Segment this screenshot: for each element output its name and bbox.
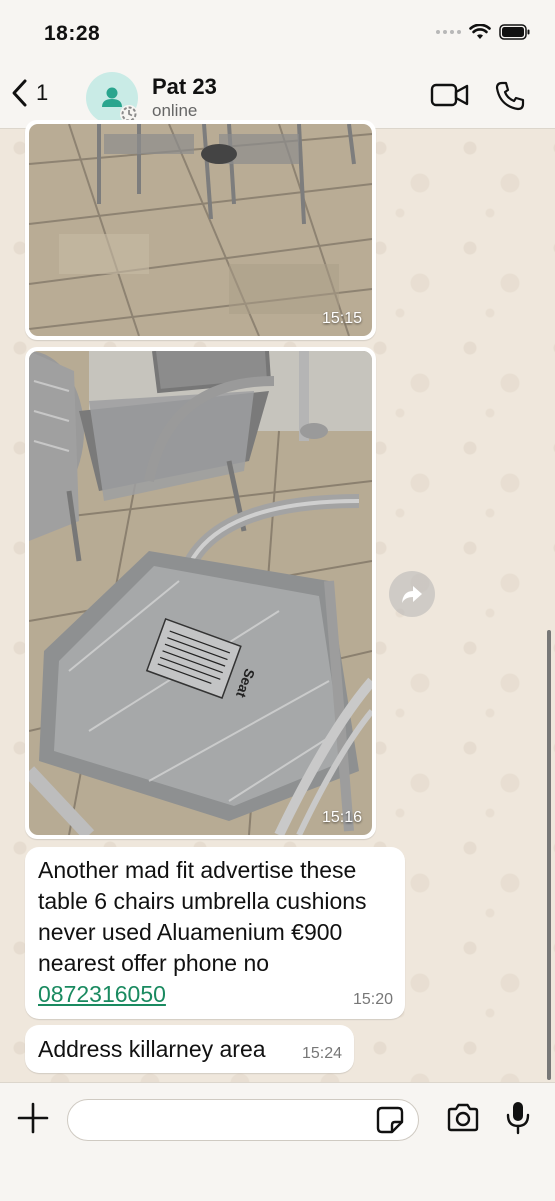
video-camera-icon	[430, 83, 469, 107]
voice-message-button[interactable]	[505, 1100, 531, 1141]
message-line: table 6 chairs umbrella cushions	[38, 888, 367, 914]
sticker-button[interactable]	[376, 1106, 404, 1139]
forward-button[interactable]	[389, 571, 435, 617]
signal-dots-icon	[436, 30, 461, 34]
message-time: 15:24	[301, 1045, 342, 1062]
video-call-button[interactable]	[430, 80, 470, 115]
patio-photo	[29, 124, 372, 336]
message-line: nearest offer phone no	[38, 950, 270, 976]
plus-icon	[17, 1102, 49, 1134]
image-message[interactable]: 15:15	[25, 120, 376, 340]
status-bar: 18:28	[0, 0, 555, 66]
scrollbar[interactable]	[547, 630, 551, 1080]
person-icon	[102, 87, 138, 123]
message-text: Another mad fit advertise these table 6 …	[38, 855, 393, 1010]
phone-number-link[interactable]: 0872316050	[38, 981, 166, 1007]
voice-call-button[interactable]	[494, 80, 526, 117]
photo[interactable]: 15:15	[29, 124, 372, 336]
wifi-icon	[469, 24, 491, 39]
text-message[interactable]: Another mad fit advertise these table 6 …	[25, 847, 405, 1019]
sticker-icon	[376, 1106, 404, 1134]
composer-bar	[0, 1082, 555, 1201]
microphone-icon	[506, 1102, 530, 1135]
message-line: Another mad fit advertise these	[38, 857, 357, 883]
phone-icon	[495, 81, 525, 111]
battery-icon	[499, 24, 530, 40]
contact-status: online	[152, 101, 198, 120]
avatar[interactable]	[86, 72, 138, 124]
message-time: 15:16	[321, 809, 362, 826]
message-text: Address killarney area	[38, 1036, 266, 1062]
message-time: 15:15	[321, 310, 362, 327]
image-message[interactable]: Seat 15:16	[25, 347, 376, 839]
attach-button[interactable]	[16, 1101, 50, 1140]
message-line: never used Aluamenium €900	[38, 919, 343, 945]
contact-name[interactable]: Pat 23	[152, 74, 217, 100]
back-button[interactable]: 1	[10, 78, 48, 108]
unread-count: 1	[36, 80, 49, 105]
chairs-photo: Seat	[29, 351, 372, 835]
message-time: 15:20	[352, 991, 393, 1008]
status-icons	[436, 24, 531, 40]
forward-icon	[402, 586, 422, 603]
chevron-left-icon	[12, 79, 27, 107]
text-message[interactable]: Address killarney area 15:24	[25, 1025, 354, 1073]
message-input[interactable]	[67, 1099, 419, 1141]
camera-icon	[447, 1103, 479, 1132]
status-time: 18:28	[44, 22, 101, 45]
photo[interactable]: Seat 15:16	[29, 351, 372, 835]
camera-button[interactable]	[446, 1103, 480, 1138]
